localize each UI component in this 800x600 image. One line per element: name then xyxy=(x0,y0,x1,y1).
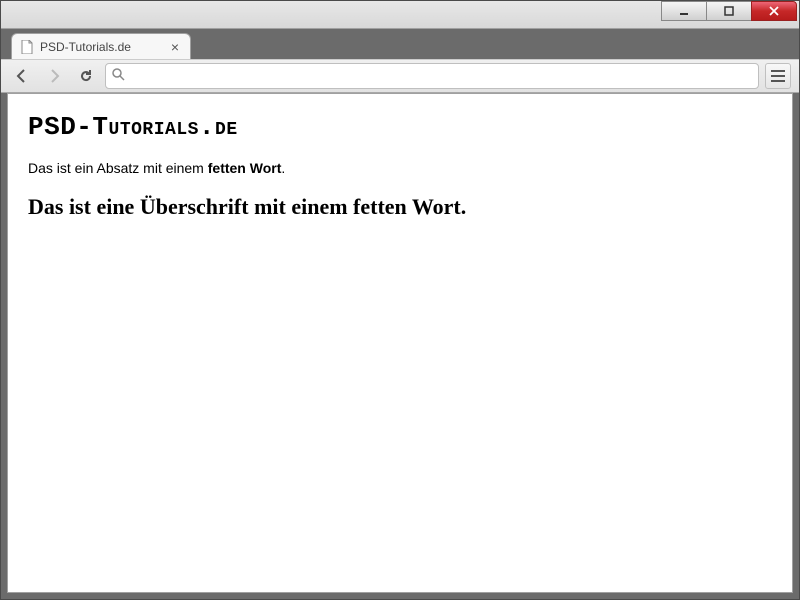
menu-button[interactable] xyxy=(765,63,791,89)
page-logo-heading: PSD-Tutorials.de xyxy=(28,112,772,142)
window-close-button[interactable] xyxy=(751,1,797,21)
window-titlebar xyxy=(1,1,799,29)
browser-tab[interactable]: PSD-Tutorials.de × xyxy=(11,33,191,59)
window-maximize-button[interactable] xyxy=(706,1,752,21)
paragraph: Das ist ein Absatz mit einem fetten Wort… xyxy=(28,160,772,176)
forward-button[interactable] xyxy=(41,63,67,89)
tab-close-icon[interactable]: × xyxy=(168,40,182,54)
file-icon xyxy=(20,40,34,54)
paragraph-text-after: . xyxy=(281,160,285,176)
paragraph-bold-word: fetten Wort xyxy=(208,160,282,176)
tab-title: PSD-Tutorials.de xyxy=(40,40,131,54)
back-button[interactable] xyxy=(9,63,35,89)
subheading: Das ist eine Überschrift mit einem fette… xyxy=(28,194,772,220)
reload-button[interactable] xyxy=(73,63,99,89)
page-viewport[interactable]: PSD-Tutorials.de Das ist ein Absatz mit … xyxy=(7,93,793,593)
address-bar[interactable] xyxy=(105,63,759,89)
browser-toolbar xyxy=(1,59,799,93)
search-icon xyxy=(112,68,125,84)
window-minimize-button[interactable] xyxy=(661,1,707,21)
browser-window: PSD-Tutorials.de × PSD-Tutorials.de Das … xyxy=(0,0,800,600)
content-area: PSD-Tutorials.de Das ist ein Absatz mit … xyxy=(1,93,799,599)
tab-strip: PSD-Tutorials.de × xyxy=(1,29,799,59)
paragraph-text-before: Das ist ein Absatz mit einem xyxy=(28,160,208,176)
